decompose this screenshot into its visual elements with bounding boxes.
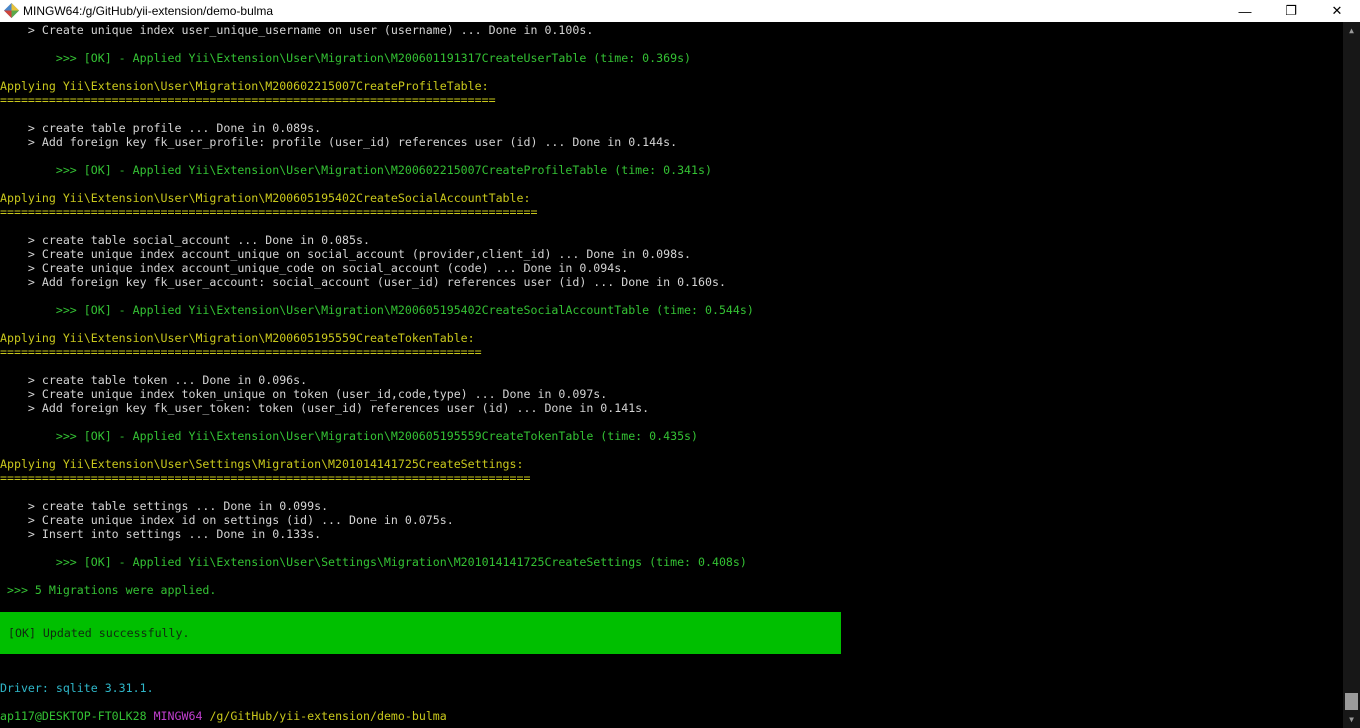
success-banner: [OK] Updated successfully. (0, 612, 841, 654)
success-line: >>> [OK] - Applied Yii\Extension\User\Mi… (0, 303, 754, 317)
heading-divider: ========================================… (0, 345, 482, 359)
prompt-path: /g/GitHub/yii-extension/demo-bulma (209, 709, 447, 723)
scroll-down-icon[interactable]: ▼ (1343, 711, 1360, 728)
window-title: MINGW64:/g/GitHub/yii-extension/demo-bul… (23, 4, 274, 18)
terminal-line: > Insert into settings ... Done in 0.133… (0, 527, 322, 541)
terminal-line: > Add foreign key fk_user_account: socia… (0, 275, 726, 289)
heading-divider: ========================================… (0, 471, 531, 485)
heading-divider: ========================================… (0, 205, 538, 219)
terminal-line: > Add foreign key fk_user_profile: profi… (0, 135, 678, 149)
success-line: >>> [OK] - Applied Yii\Extension\User\Mi… (0, 429, 699, 443)
scroll-up-icon[interactable]: ▲ (1343, 22, 1360, 39)
success-line: >>> [OK] - Applied Yii\Extension\User\Se… (0, 555, 747, 569)
terminal-output[interactable]: > Create unique index user_unique_userna… (0, 22, 1343, 728)
terminal-line: > Create unique index account_unique on … (0, 247, 692, 261)
terminal-line: > create table settings ... Done in 0.09… (0, 499, 329, 513)
terminal-line: > Create unique index id on settings (id… (0, 513, 454, 527)
terminal-line: > Add foreign key fk_user_token: token (… (0, 401, 650, 415)
minimize-icon: — (1238, 3, 1252, 19)
migration-heading: Applying Yii\Extension\User\Migration\M2… (0, 191, 531, 205)
migration-heading: Applying Yii\Extension\User\Settings\Mig… (0, 457, 524, 471)
migration-heading: Applying Yii\Extension\User\Migration\M2… (0, 79, 489, 93)
shell-prompt[interactable]: ap117@DESKTOP-FT0LK28 MINGW64 /g/GitHub/… (0, 709, 447, 723)
terminal-line: > create table token ... Done in 0.096s. (0, 373, 308, 387)
driver-line: Driver: sqlite 3.31.1. (0, 681, 154, 695)
prompt-shell: MINGW64 (153, 709, 203, 723)
close-icon: ✕ (1331, 3, 1343, 18)
close-button[interactable]: ✕ (1314, 0, 1360, 22)
success-line: >>> [OK] - Applied Yii\Extension\User\Mi… (0, 163, 712, 177)
terminal-line: > create table social_account ... Done i… (0, 233, 370, 247)
prompt-user-host: ap117@DESKTOP-FT0LK28 (0, 709, 147, 723)
summary-line: >>> 5 Migrations were applied. (0, 583, 217, 597)
banner-text: [OK] Updated successfully. (8, 626, 190, 640)
mingw-terminal-icon (4, 3, 19, 18)
terminal-line: > Create unique index user_unique_userna… (0, 23, 594, 37)
terminal-line: > create table profile ... Done in 0.089… (0, 121, 322, 135)
migration-heading: Applying Yii\Extension\User\Migration\M2… (0, 331, 475, 345)
terminal-line: > Create unique index token_unique on to… (0, 387, 608, 401)
scroll-thumb[interactable] (1345, 693, 1358, 710)
heading-divider: ========================================… (0, 93, 496, 107)
maximize-button[interactable]: ❐ (1268, 0, 1314, 22)
title-bar[interactable]: MINGW64:/g/GitHub/yii-extension/demo-bul… (0, 0, 1360, 22)
terminal-line: > Create unique index account_unique_cod… (0, 261, 629, 275)
minimize-button[interactable]: — (1222, 0, 1268, 22)
vertical-scrollbar[interactable]: ▲ ▼ (1343, 22, 1360, 728)
maximize-icon: ❐ (1285, 3, 1297, 18)
success-line: >>> [OK] - Applied Yii\Extension\User\Mi… (0, 51, 692, 65)
